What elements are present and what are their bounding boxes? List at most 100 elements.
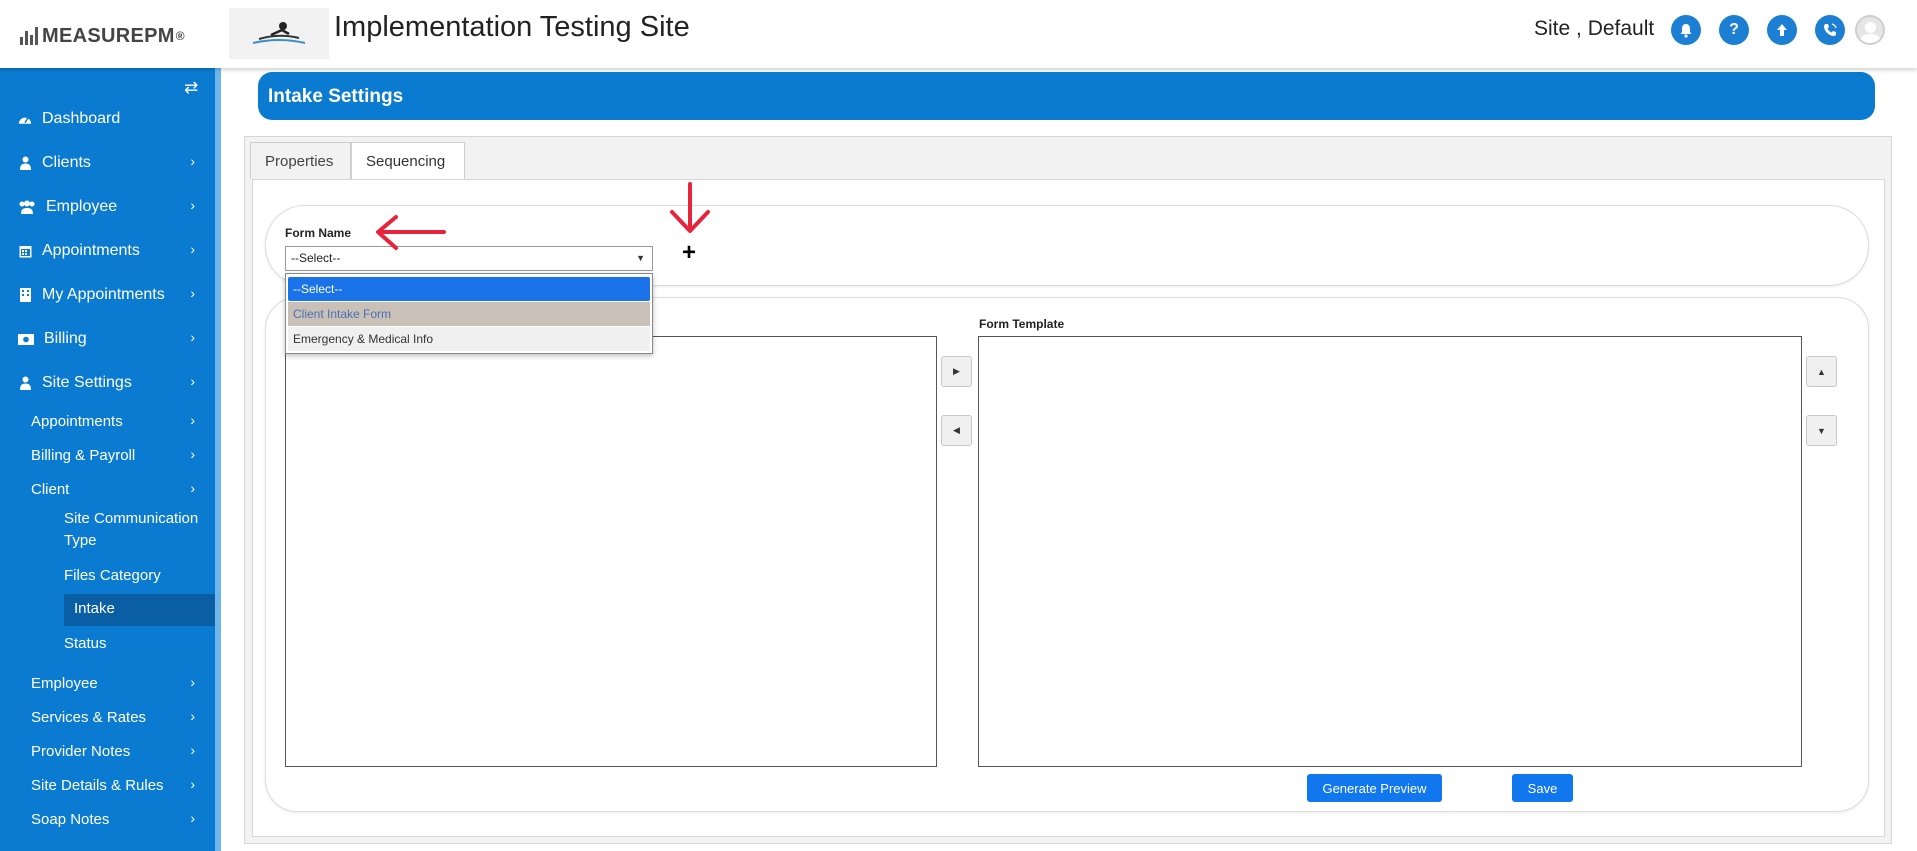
sidebar-item-label: Appointments bbox=[42, 242, 140, 259]
chevron-right-icon: › bbox=[190, 197, 195, 213]
move-down-button[interactable]: ▼ bbox=[1806, 415, 1837, 446]
chevron-right-icon: › bbox=[190, 480, 195, 496]
sidebar-item-label: Site Settings bbox=[42, 374, 132, 391]
sidebar: ⇄ Dashboard Clients › Employee › Appoint… bbox=[0, 68, 215, 851]
annotation-arrow-left-icon bbox=[376, 215, 446, 250]
annotation-arrow-down-icon bbox=[670, 182, 710, 233]
form-name-dropdown: --Select-- Client Intake Form Emergency … bbox=[285, 273, 653, 354]
phone-icon[interactable] bbox=[1815, 15, 1845, 45]
sidebar-item-label: My Appointments bbox=[42, 286, 165, 303]
chevron-right-icon: › bbox=[190, 373, 195, 389]
brand-text: MEASURE bbox=[42, 24, 145, 47]
form-template-list[interactable] bbox=[978, 336, 1802, 767]
save-button[interactable]: Save bbox=[1512, 774, 1573, 802]
tab-properties[interactable]: Properties bbox=[250, 142, 351, 179]
chevron-right-icon: › bbox=[190, 329, 195, 345]
calendar-icon bbox=[18, 244, 32, 258]
sidebar-sub-label: Soap Notes bbox=[31, 811, 110, 828]
user-avatar-icon[interactable] bbox=[1855, 15, 1885, 45]
users-icon bbox=[18, 200, 36, 214]
generate-preview-button[interactable]: Generate Preview bbox=[1307, 774, 1442, 802]
user-icon bbox=[18, 156, 32, 170]
dashboard-icon bbox=[18, 112, 32, 126]
triangle-down-icon: ▼ bbox=[1817, 425, 1826, 436]
sidebar-sub-files-category[interactable]: Files Category bbox=[64, 565, 215, 587]
sidebar-item-label: Dashboard bbox=[42, 110, 121, 127]
add-form-icon[interactable]: + bbox=[682, 239, 696, 267]
chevron-right-icon: › bbox=[190, 153, 195, 169]
chevron-right-icon: › bbox=[190, 810, 195, 826]
sidebar-sub-services-rates[interactable]: Services & Rates › bbox=[31, 707, 215, 729]
user-icon bbox=[18, 376, 32, 390]
sidebar-sub-status[interactable]: Status bbox=[64, 633, 215, 655]
triangle-up-icon: ▲ bbox=[1817, 366, 1826, 377]
sidebar-toggle-icon[interactable]: ⇄ bbox=[184, 78, 198, 98]
sidebar-item-label: Employee bbox=[46, 198, 118, 215]
help-icon[interactable]: ? bbox=[1719, 15, 1749, 45]
page-title: Intake Settings bbox=[258, 72, 1875, 120]
sidebar-sub-appointments[interactable]: Appointments › bbox=[31, 411, 215, 433]
tab-sequencing[interactable]: Sequencing bbox=[351, 142, 465, 180]
building-icon bbox=[18, 288, 32, 302]
sidebar-sub-label: Provider Notes bbox=[31, 743, 131, 760]
sidebar-sub-intake[interactable]: Intake bbox=[74, 598, 115, 620]
form-name-select[interactable]: --Select-- ▼ bbox=[285, 246, 653, 271]
triangle-left-icon: ◀ bbox=[953, 425, 960, 435]
chevron-right-icon: › bbox=[190, 708, 195, 724]
caret-down-icon: ▼ bbox=[636, 253, 645, 263]
sidebar-item-billing[interactable]: Billing › bbox=[0, 324, 215, 354]
sidebar-sub-label: Employee bbox=[31, 675, 98, 692]
money-icon bbox=[18, 332, 34, 346]
sidebar-sub-label: Billing & Payroll bbox=[31, 447, 136, 464]
chevron-right-icon: › bbox=[190, 776, 195, 792]
user-label[interactable]: Site , Default bbox=[1534, 17, 1654, 41]
move-right-button[interactable]: ▶ bbox=[941, 356, 972, 387]
chevron-right-icon: › bbox=[190, 446, 195, 462]
sidebar-sub-billing-payroll[interactable]: Billing & Payroll › bbox=[31, 445, 215, 467]
sidebar-sub-label: Services & Rates bbox=[31, 709, 147, 726]
sidebar-item-dashboard[interactable]: Dashboard bbox=[0, 104, 215, 134]
sidebar-scrollbar[interactable] bbox=[215, 68, 221, 851]
brand-trademark: ® bbox=[175, 29, 185, 43]
sidebar-item-appointments[interactable]: Appointments › bbox=[0, 236, 215, 266]
site-title: Implementation Testing Site bbox=[334, 11, 690, 43]
sidebar-item-employee[interactable]: Employee › bbox=[0, 192, 215, 222]
dropdown-option-emergency-medical-info[interactable]: Emergency & Medical Info bbox=[288, 327, 650, 351]
sidebar-sub-employee[interactable]: Employee › bbox=[31, 673, 215, 695]
sidebar-sub-site-communication-type[interactable]: Site Communication Type bbox=[64, 508, 204, 552]
sidebar-sub-label: Appointments bbox=[31, 413, 123, 430]
sidebar-sub-label: Site Details & Rules bbox=[31, 777, 164, 794]
available-forms-list[interactable] bbox=[285, 336, 937, 767]
sidebar-item-clients[interactable]: Clients › bbox=[0, 148, 215, 178]
form-name-select-value: --Select-- bbox=[291, 251, 341, 265]
logo-bars-icon bbox=[20, 27, 38, 45]
triangle-right-icon: ▶ bbox=[953, 366, 960, 376]
sidebar-item-label: Billing bbox=[44, 330, 87, 347]
sidebar-item-site-settings[interactable]: Site Settings › bbox=[0, 368, 215, 398]
measurepm-logo[interactable]: MEASURE PM ® bbox=[20, 24, 185, 48]
top-header: MEASURE PM ® Implementation Testing Site S… bbox=[0, 0, 1917, 68]
form-name-label: Form Name bbox=[285, 226, 352, 240]
sidebar-sub-soap-notes[interactable]: Soap Notes › bbox=[31, 809, 215, 831]
dropdown-option-select[interactable]: --Select-- bbox=[288, 277, 650, 301]
sidebar-sub-provider-notes[interactable]: Provider Notes › bbox=[31, 741, 215, 763]
sidebar-item-my-appointments[interactable]: My Appointments › bbox=[0, 280, 215, 310]
sidebar-item-label: Clients bbox=[42, 154, 91, 171]
sidebar-sub-label: Client bbox=[31, 481, 70, 498]
dropdown-option-client-intake-form[interactable]: Client Intake Form bbox=[288, 302, 650, 326]
site-logo bbox=[229, 8, 329, 59]
brand-suffix: PM bbox=[144, 24, 175, 47]
move-left-button[interactable]: ◀ bbox=[941, 415, 972, 446]
move-up-button[interactable]: ▲ bbox=[1806, 356, 1837, 387]
chevron-right-icon: › bbox=[190, 285, 195, 301]
site-logo-image bbox=[252, 21, 306, 44]
sidebar-sub-client[interactable]: Client › bbox=[31, 479, 215, 501]
chevron-right-icon: › bbox=[190, 412, 195, 428]
chevron-right-icon: › bbox=[190, 742, 195, 758]
bell-icon[interactable] bbox=[1671, 15, 1701, 45]
upload-icon[interactable] bbox=[1767, 15, 1797, 45]
sidebar-sub-site-details-rules[interactable]: Site Details & Rules › bbox=[31, 775, 215, 797]
chevron-right-icon: › bbox=[190, 674, 195, 690]
chevron-right-icon: › bbox=[190, 241, 195, 257]
form-template-label: Form Template bbox=[979, 317, 1065, 331]
